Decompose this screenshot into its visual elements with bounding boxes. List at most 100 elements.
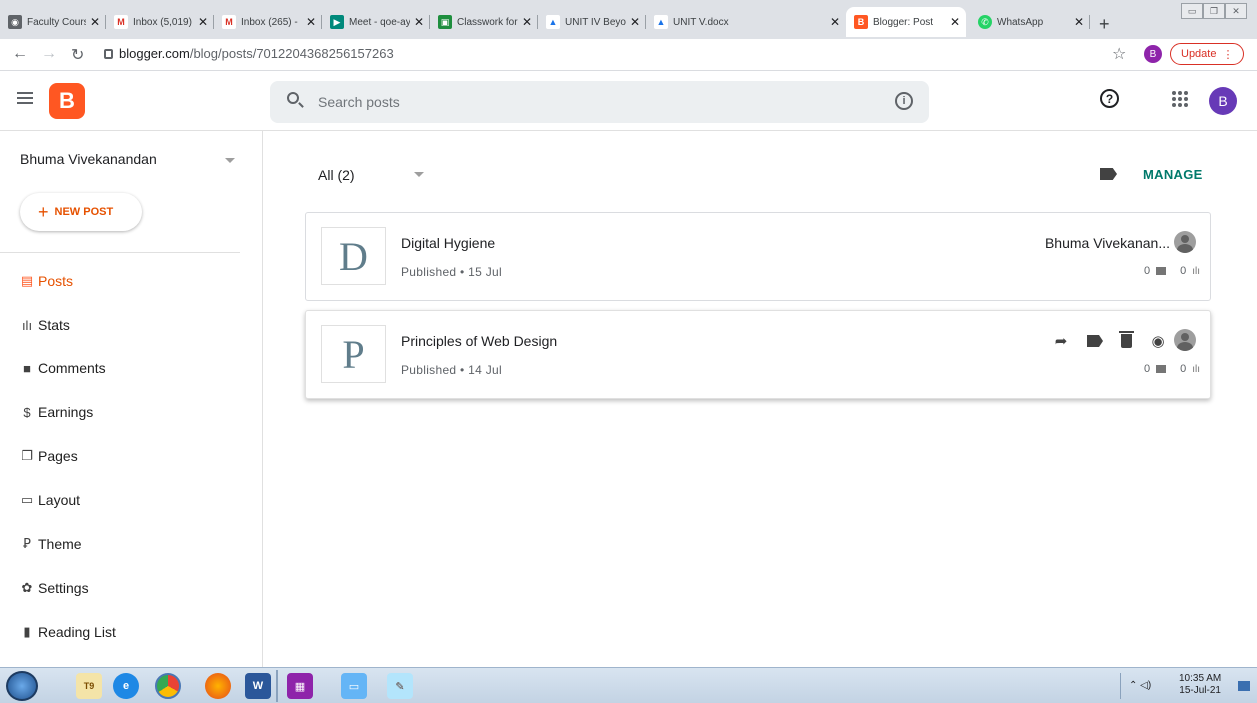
browser-tab[interactable]: ◉ Faculty Cours ✕: [0, 7, 106, 37]
browser-tab[interactable]: ▲ UNIT V.docx ✕: [646, 7, 846, 37]
close-tab-icon[interactable]: ✕: [522, 15, 532, 29]
browser-tab-active[interactable]: B Blogger: Post ✕: [846, 7, 966, 37]
author-avatar: [1174, 231, 1196, 253]
sidebar-item-settings[interactable]: ✿ Settings: [0, 566, 262, 610]
post-row[interactable]: D Digital Hygiene Published • 15 Jul Bhu…: [305, 212, 1211, 301]
search-input[interactable]: [318, 90, 878, 114]
url-path: /blog/posts/7012204368256157263: [189, 46, 394, 61]
start-button[interactable]: [6, 671, 38, 701]
share-icon[interactable]: ➦: [1053, 333, 1069, 350]
comment-count: 0: [1143, 363, 1151, 375]
blog-name[interactable]: Bhuma Vivekanandan: [20, 151, 157, 167]
sidebar-divider: [0, 252, 240, 253]
photo-viewer-icon[interactable]: ▭: [341, 673, 367, 699]
sidebar-item-stats[interactable]: ılı Stats: [0, 303, 262, 347]
close-tab-icon[interactable]: ✕: [198, 15, 208, 29]
new-post-button[interactable]: + NEW POST: [20, 193, 142, 231]
help-icon[interactable]: ?: [1100, 89, 1119, 108]
post-title[interactable]: Principles of Web Design: [401, 333, 557, 349]
post-row[interactable]: P Principles of Web Design Published • 1…: [305, 310, 1211, 399]
tab-title: Faculty Cours: [27, 16, 86, 28]
paint-icon[interactable]: ✎: [387, 673, 413, 699]
taskbar-divider: [276, 670, 278, 702]
edge-icon[interactable]: e: [113, 673, 139, 699]
post-filter-dropdown[interactable]: All (2): [318, 167, 355, 183]
browser-tab[interactable]: ▶ Meet - qoe-ay ✕: [322, 7, 430, 37]
back-icon[interactable]: ←: [12, 45, 28, 63]
tray-icons[interactable]: ⌃ ◁): [1129, 680, 1151, 691]
blog-switcher-caret-icon[interactable]: [225, 158, 235, 163]
close-tab-icon[interactable]: ✕: [950, 15, 960, 29]
sidebar-item-label: Settings: [38, 580, 89, 596]
account-avatar[interactable]: B: [1209, 87, 1237, 115]
maximize-icon[interactable]: ❐: [1203, 3, 1225, 19]
chevron-down-icon[interactable]: [414, 172, 424, 177]
browser-tabstrip: ◉ Faculty Cours ✕ M Inbox (5,019) ✕ M In…: [0, 0, 1257, 39]
tally-app-icon[interactable]: T9: [76, 673, 102, 699]
sidebar-item-layout[interactable]: ▭ Layout: [0, 478, 262, 522]
chrome-icon[interactable]: [155, 673, 181, 699]
browser-tab[interactable]: M Inbox (265) - ✕: [214, 7, 322, 37]
sidebar-item-label: Reading List: [38, 624, 116, 640]
reload-icon[interactable]: ↻: [71, 45, 84, 65]
tab-title: UNIT V.docx: [673, 16, 729, 28]
winrar-icon[interactable]: ▦: [287, 673, 313, 699]
browser-profile-avatar[interactable]: B: [1144, 45, 1162, 63]
new-tab-button[interactable]: +: [1099, 14, 1110, 35]
sidebar-item-reading-list[interactable]: ▮ Reading List: [0, 610, 262, 654]
system-tray: ⌃ ◁) 10:35 AM 15-Jul-21: [1120, 673, 1254, 699]
word-icon[interactable]: W: [245, 673, 271, 699]
update-button[interactable]: Update ⋮: [1170, 43, 1245, 65]
close-tab-icon[interactable]: ✕: [306, 15, 316, 29]
browser-tab[interactable]: ▲ UNIT IV Beyon ✕: [538, 7, 646, 37]
post-thumbnail: D: [321, 227, 386, 285]
meet-icon: ▶: [330, 15, 344, 29]
lock-icon: [104, 48, 113, 59]
post-status: Published • 14 Jul: [401, 363, 502, 377]
comments-icon: ■: [23, 360, 31, 376]
label-icon[interactable]: [1100, 168, 1117, 180]
sidebar-item-theme[interactable]: Ꝑ Theme: [0, 522, 262, 566]
bookmark-star-icon[interactable]: ☆: [1112, 44, 1126, 64]
delete-icon[interactable]: [1119, 331, 1134, 348]
clock-date: 15-Jul-21: [1179, 685, 1221, 696]
tab-title: Blogger: Post: [873, 16, 934, 28]
address-bar[interactable]: blogger.com/blog/posts/70122043682561572…: [104, 46, 394, 61]
google-apps-icon[interactable]: [1172, 91, 1188, 107]
tab-title: Inbox (5,019): [133, 16, 192, 28]
post-author: Bhuma Vivekanan...: [1044, 235, 1170, 251]
label-icon[interactable]: [1087, 335, 1103, 347]
browser-tab[interactable]: M Inbox (5,019) ✕: [106, 7, 214, 37]
view-count: 0: [1180, 265, 1187, 277]
close-tab-icon[interactable]: ✕: [630, 15, 640, 29]
forward-icon[interactable]: →: [41, 45, 57, 63]
search-options-info-icon[interactable]: i: [895, 92, 913, 110]
close-tab-icon[interactable]: ✕: [90, 15, 100, 29]
minimize-icon[interactable]: ▭: [1181, 3, 1203, 19]
clock[interactable]: 10:35 AM 15-Jul-21: [1179, 673, 1221, 697]
sidebar-item-comments[interactable]: ■ Comments: [0, 346, 262, 390]
browser-tab[interactable]: ✆ WhatsApp ✕: [970, 7, 1090, 37]
show-desktop-icon[interactable]: [1238, 681, 1250, 691]
close-tab-icon[interactable]: ✕: [414, 15, 424, 29]
firefox-icon[interactable]: [205, 673, 231, 699]
close-tab-icon[interactable]: ✕: [1074, 15, 1084, 29]
browser-tab[interactable]: ▣ Classwork for ✕: [430, 7, 538, 37]
sidebar-item-label: Pages: [38, 448, 78, 464]
tab-title: Meet - qoe-ay: [349, 16, 410, 28]
posts-icon: ▤: [20, 273, 34, 288]
menu-icon[interactable]: [17, 92, 33, 104]
manage-labels-button[interactable]: MANAGE: [1143, 167, 1203, 182]
post-stats: 0 0 ılı: [1144, 265, 1200, 277]
blogger-logo[interactable]: B: [49, 83, 85, 119]
close-window-icon[interactable]: ✕: [1225, 3, 1247, 19]
post-title[interactable]: Digital Hygiene: [401, 235, 495, 251]
preview-eye-icon[interactable]: ◉: [1150, 333, 1166, 350]
url-host: blogger.com: [119, 46, 190, 61]
close-tab-icon[interactable]: ✕: [830, 15, 840, 29]
sidebar-item-earnings[interactable]: $ Earnings: [0, 390, 262, 434]
sidebar-item-pages[interactable]: ❐ Pages: [0, 434, 262, 478]
sidebar-item-label: Theme: [38, 536, 82, 552]
search-icon[interactable]: [287, 92, 299, 104]
sidebar-item-posts[interactable]: ▤ Posts: [0, 259, 262, 303]
